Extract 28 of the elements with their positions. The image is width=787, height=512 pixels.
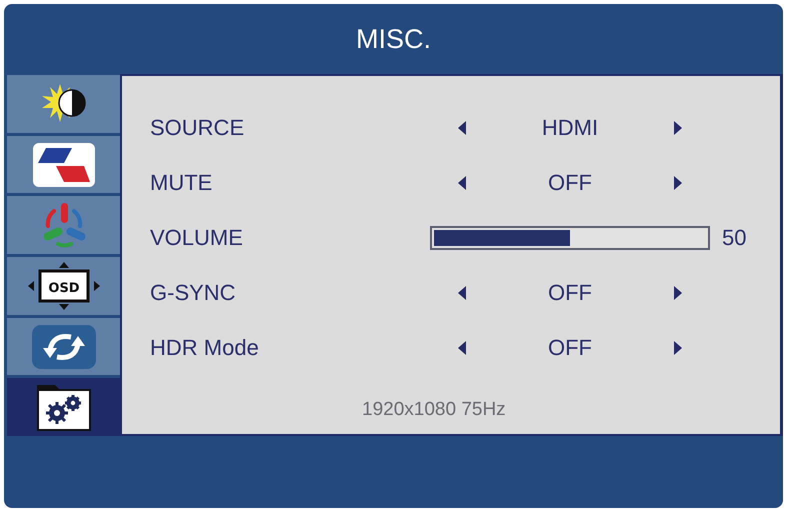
arrow-right-icon[interactable] — [674, 340, 682, 354]
setting-value: OFF — [547, 280, 593, 306]
setting-label: G-SYNC — [150, 280, 237, 306]
arrow-left-icon[interactable] — [458, 340, 466, 354]
slider-value: 50 — [722, 224, 746, 250]
menu-tab[interactable] — [7, 75, 120, 133]
arrow-left-icon[interactable] — [458, 176, 466, 190]
setting-label: VOLUME — [150, 224, 244, 250]
refresh-icon — [30, 324, 96, 370]
volume-slider[interactable] — [430, 226, 710, 250]
setting-label: MUTE — [150, 170, 214, 196]
arrow-left-icon[interactable] — [458, 286, 466, 300]
resolution-info: 1920x1080 75Hz — [362, 399, 507, 421]
picture-icon — [32, 142, 96, 188]
menu-tab[interactable] — [7, 318, 120, 376]
setting-label: HDR Mode — [150, 334, 260, 360]
arrow-right-icon[interactable] — [674, 286, 682, 300]
menu-tab[interactable] — [7, 136, 120, 194]
arrow-left-icon[interactable] — [458, 120, 466, 134]
menu-tab[interactable] — [7, 378, 120, 436]
setting-value: HDMI — [540, 114, 600, 140]
menu-tab[interactable]: OSD — [7, 257, 120, 315]
arrow-right-icon[interactable] — [674, 120, 682, 134]
setting-value: OFF — [547, 170, 593, 196]
setting-value: OFF — [547, 334, 593, 360]
setting-label: SOURCE — [150, 114, 246, 140]
window-title: MISC. — [356, 24, 431, 54]
arrow-right-icon[interactable] — [674, 176, 682, 190]
